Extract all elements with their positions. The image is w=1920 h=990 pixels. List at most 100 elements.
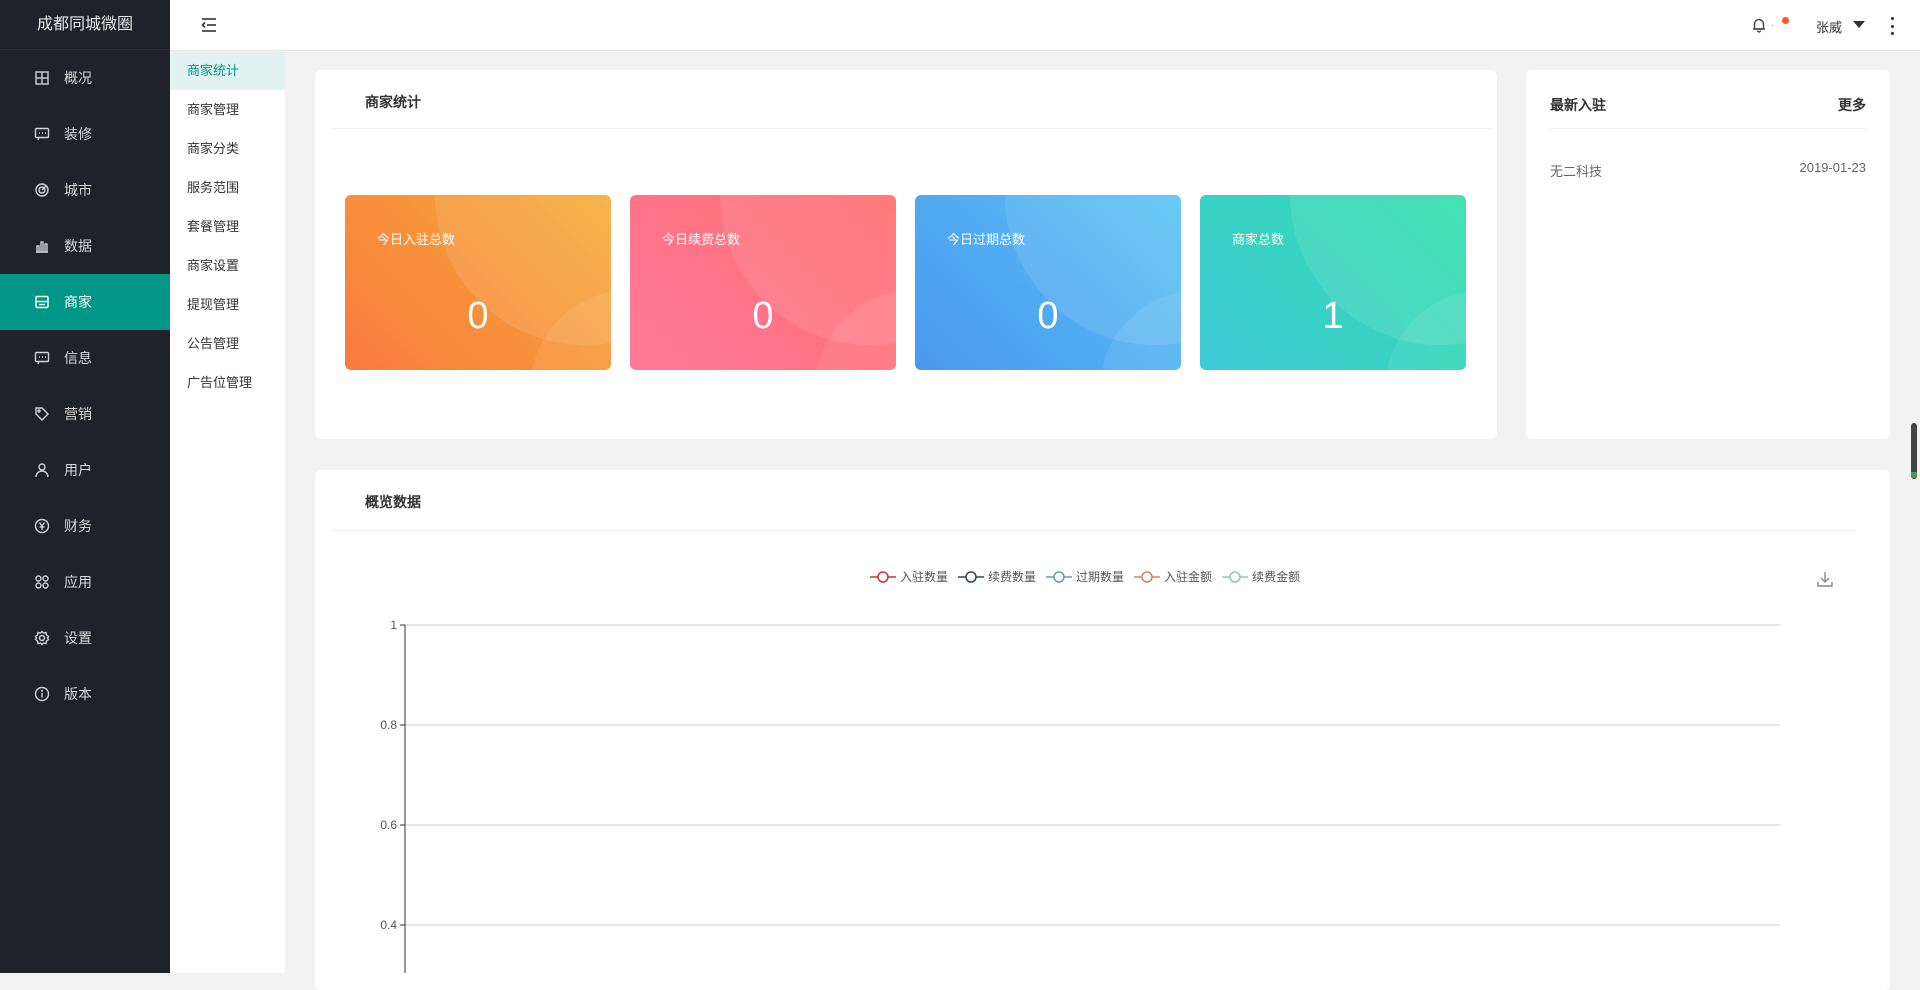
legend-label: 入驻数量	[900, 570, 949, 584]
submenu-item[interactable]: 商家设置	[170, 246, 285, 285]
sidebar-item-tag[interactable]: 营销	[0, 386, 170, 442]
data-icon	[34, 238, 50, 254]
notification-dot	[1782, 17, 1789, 24]
stat-tile[interactable]: 今日过期总数 0	[915, 195, 1181, 370]
caret-down-icon[interactable]	[1853, 21, 1865, 28]
apps-icon	[34, 574, 50, 590]
stat-tile[interactable]: 今日续费总数 0	[630, 195, 896, 370]
top-header: · 张威	[170, 0, 1920, 51]
sidebar-nav: 概况装修城市数据商家信息营销用户财务应用设置版本	[0, 50, 170, 722]
stat-tile[interactable]: 今日入驻总数 0	[345, 195, 611, 370]
overview-icon	[34, 70, 50, 86]
sidebar-item-merchant[interactable]: 商家	[0, 274, 170, 330]
more-vertical-icon[interactable]	[1887, 17, 1897, 35]
merchant-icon	[34, 294, 50, 310]
legend-item[interactable]: 过期数量	[1046, 568, 1124, 585]
legend-marker-icon	[1046, 570, 1073, 583]
sidebar-item-label: 城市	[64, 182, 92, 198]
stat-value: 0	[752, 295, 774, 337]
sidebar-item-settings[interactable]: 设置	[0, 610, 170, 666]
submenu-item[interactable]: 公告管理	[170, 324, 285, 363]
city-icon	[34, 182, 50, 198]
stat-value: 0	[1037, 295, 1059, 337]
stat-label: 今日入驻总数	[377, 232, 456, 247]
recent-item-name[interactable]: 无二科技	[1550, 161, 1602, 180]
legend-marker-icon	[1134, 570, 1161, 583]
message-icon	[34, 350, 50, 366]
overview-line-chart: 1 0.8 0.6 0.4	[380, 618, 1780, 973]
legend-item[interactable]: 入驻数量	[870, 568, 948, 585]
stat-value: 1	[1322, 295, 1344, 337]
sidebar-item-label: 应用	[64, 574, 92, 590]
bell-icon[interactable]	[1751, 17, 1767, 33]
divider	[332, 128, 1492, 129]
legend-item[interactable]: 入驻金额	[1134, 568, 1212, 585]
stats-card: 商家统计 今日入驻总数 0 今日续费总数 0 今日过期总数 0 商家总数 1	[315, 70, 1497, 439]
legend-label: 过期数量	[1076, 570, 1125, 584]
submenu-item[interactable]: 商家分类	[170, 129, 285, 168]
sidebar-item-city[interactable]: 城市	[0, 162, 170, 218]
sidebar-item-info[interactable]: 版本	[0, 666, 170, 722]
divider	[1550, 128, 1866, 129]
decorate-icon	[34, 126, 50, 142]
stat-tile[interactable]: 商家总数 1	[1200, 195, 1466, 370]
sidebar-item-label: 财务	[64, 518, 92, 534]
legend-item[interactable]: 续费数量	[958, 568, 1036, 585]
legend-marker-icon	[958, 570, 985, 583]
legend-label: 续费金额	[1252, 570, 1301, 584]
sidebar-item-label: 设置	[64, 630, 92, 646]
user-name[interactable]: 张威	[1816, 17, 1842, 36]
info-icon	[34, 686, 50, 702]
legend-marker-icon	[1222, 570, 1249, 583]
submenu-item[interactable]: 服务范围	[170, 168, 285, 207]
y-tick-label: 0.4	[380, 918, 397, 932]
sidebar-item-overview[interactable]: 概况	[0, 50, 170, 106]
y-tick-label: 0.6	[380, 818, 397, 832]
sidebar-item-data[interactable]: 数据	[0, 218, 170, 274]
scrollbar-thumb-tip	[1911, 472, 1917, 478]
submenu-item[interactable]: 套餐管理	[170, 207, 285, 246]
brand-title: 成都同城微圈	[0, 0, 170, 50]
legend-label: 续费数量	[988, 570, 1037, 584]
sidebar-item-label: 信息	[64, 350, 92, 366]
sidebar-item-label: 装修	[64, 126, 92, 142]
y-tick-label: 1	[390, 618, 397, 632]
legend-item[interactable]: 续费金额	[1222, 568, 1300, 585]
tag-icon	[34, 406, 50, 422]
chart-legend: 入驻数量 续费数量 过期数量 入驻金额 续费金额	[870, 568, 1300, 585]
divider	[332, 530, 1857, 531]
menu-fold-icon[interactable]	[200, 16, 218, 34]
stat-value: 0	[467, 295, 489, 337]
sidebar-item-message[interactable]: 信息	[0, 330, 170, 386]
more-link[interactable]: 更多	[1838, 95, 1866, 115]
sidebar-item-user[interactable]: 用户	[0, 442, 170, 498]
user-icon	[34, 462, 50, 478]
y-tick-label: 0.8	[380, 718, 397, 732]
stats-card-title: 商家统计	[365, 94, 421, 110]
sidebar-item-label: 营销	[64, 406, 92, 422]
stat-label: 今日续费总数	[662, 232, 741, 247]
sidebar-item-label: 版本	[64, 686, 92, 702]
sidebar-item-apps[interactable]: 应用	[0, 554, 170, 610]
stat-label: 今日过期总数	[947, 232, 1026, 247]
scrollbar-thumb[interactable]	[1911, 423, 1917, 479]
submenu-item[interactable]: 广告位管理	[170, 363, 285, 402]
recent-card: 最新入驻 更多 无二科技 2019-01-23	[1526, 70, 1890, 439]
submenu-item[interactable]: 商家管理	[170, 90, 285, 129]
sidebar-item-decorate[interactable]: 装修	[0, 106, 170, 162]
sidebar-item-label: 用户	[64, 462, 92, 478]
sidebar-item-yen[interactable]: 财务	[0, 498, 170, 554]
yen-icon	[34, 518, 50, 534]
overview-card-title: 概览数据	[365, 494, 421, 510]
settings-icon	[34, 630, 50, 646]
sidebar-item-label: 概况	[64, 70, 92, 86]
submenu-list: 商家统计 商家管理 商家分类 服务范围 套餐管理 商家设置 提现管理 公告管理 广告位管理	[170, 51, 285, 402]
submenu-item[interactable]: 商家统计	[170, 51, 285, 90]
bell-separator: ·	[1771, 20, 1775, 31]
sidebar-item-label: 数据	[64, 238, 92, 254]
submenu-item[interactable]: 提现管理	[170, 285, 285, 324]
sidebar: 成都同城微圈 概况装修城市数据商家信息营销用户财务应用设置版本	[0, 0, 170, 973]
download-icon[interactable]	[1816, 570, 1834, 588]
secondary-menu: 商家统计 商家管理 商家分类 服务范围 套餐管理 商家设置 提现管理 公告管理 广告位管理	[170, 51, 285, 973]
recent-item-date: 2019-01-23	[1799, 160, 1867, 175]
